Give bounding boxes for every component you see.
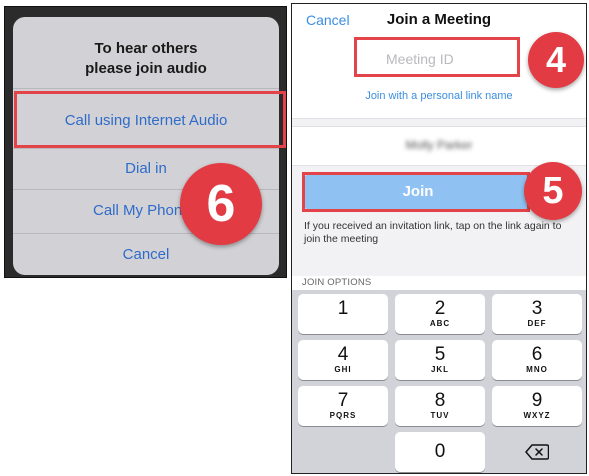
audio-dialog-screenshot: To hear others please join audio Call us… [4,6,287,278]
page-title: Join a Meeting [386,11,492,28]
key-letters: JKL [430,365,450,374]
step-4-badge: 4 [528,32,584,88]
key-7[interactable]: 7 PQRS [298,386,388,426]
key-letters: PQRS [329,411,357,420]
key-0[interactable]: 0 [395,432,485,472]
key-8[interactable]: 8 TUV [395,386,485,426]
highlight-join-button [302,172,530,212]
key-letters: ABC [429,319,451,328]
cancel-audio-button[interactable]: Cancel [13,235,279,275]
highlight-internet-audio [14,91,286,148]
key-9[interactable]: 9 WXYZ [492,386,582,426]
key-digit: 5 [434,344,446,365]
dialog-title: To hear others please join audio [13,39,279,79]
step-5-badge: 5 [524,162,582,220]
numeric-keypad: 1 2 ABC 3 DEF 4 GHI 5 JKL 6 MNO 7 PQRS 8 TUV 9W… [292,290,586,473]
key-3[interactable]: 3 DEF [492,294,582,334]
step-6-badge: 6 [180,163,262,245]
key-letters: DEF [527,319,547,328]
call-my-phone-button[interactable]: Call My Phone [13,191,193,231]
key-digit: 6 [531,344,543,365]
key-1[interactable]: 1 [298,294,388,334]
dialog-title-line1: To hear others [94,40,198,57]
name-field[interactable]: Molly Parker [292,138,586,152]
backspace-icon [525,444,549,460]
key-digit: 0 [434,441,446,462]
key-digit: 2 [434,298,446,319]
divider [13,88,279,89]
key-digit: 9 [531,390,543,411]
key-digit: 1 [337,298,349,319]
key-letters: GHI [334,365,352,374]
key-4[interactable]: 4 GHI [298,340,388,380]
key-6[interactable]: 6 MNO [492,340,582,380]
key-letters: MNO [526,365,548,374]
key-letters: WXYZ [523,411,551,420]
join-meeting-screenshot: Cancel Join a Meeting Join with a person… [291,3,587,474]
key-digit: 3 [531,298,543,319]
key-2[interactable]: 2 ABC [395,294,485,334]
personal-link-button[interactable]: Join with a personal link name [292,90,586,102]
key-digit: 4 [337,344,349,365]
join-options-label: JOIN OPTIONS [302,277,372,288]
invitation-note: If you received an invitation link, tap … [304,220,562,245]
key-digit: 7 [337,390,349,411]
key-5[interactable]: 5 JKL [395,340,485,380]
key-letters: TUV [430,411,450,420]
key-digit: 8 [434,390,446,411]
dialog-title-line2: please join audio [85,60,207,77]
name-row: Molly Parker [292,126,586,166]
nav-bar: Cancel Join a Meeting [292,4,586,39]
highlight-meeting-id [354,37,520,77]
delete-key[interactable] [492,432,582,472]
